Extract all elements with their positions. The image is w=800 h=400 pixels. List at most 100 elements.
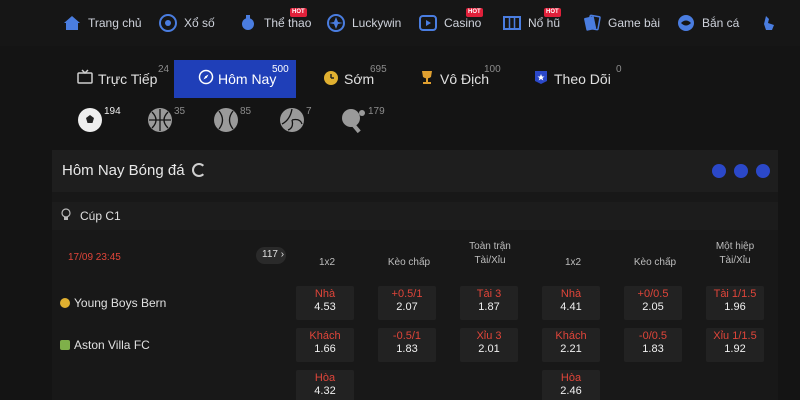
champions-league-icon [60, 207, 72, 221]
basketball-icon [148, 108, 172, 132]
odds-label: -0.5/1 [392, 330, 422, 342]
favorite-icon [532, 68, 550, 91]
nav-item-card-games[interactable]: Game bài [582, 11, 660, 35]
odds-label: +0/0.5 [637, 288, 669, 300]
sport-filter: 194 35 85 7 179 [74, 104, 474, 138]
column-header: Toàn trận Tài/Xỉu [469, 241, 511, 266]
odds-value: 4.41 [560, 301, 582, 313]
sport-table-tennis[interactable]: 179 [336, 104, 406, 138]
odds-label: -0/0.5 [638, 330, 668, 342]
tab-count: 24 [158, 64, 170, 75]
odds-value: 1.83 [642, 343, 664, 355]
nav-item-more[interactable] [760, 11, 786, 35]
soccer-ball-icon [78, 108, 102, 132]
odds-cell[interactable]: Xỉu 1/1.5 1.92 [706, 328, 764, 362]
odds-cell[interactable]: +0.5/1 2.07 [378, 286, 436, 320]
odds-cell[interactable]: Nhà 4.53 [296, 286, 354, 320]
nav-item-home[interactable]: Trang chủ [62, 11, 142, 35]
odds-cell[interactable]: Tài 3 1.87 [460, 286, 518, 320]
sport-basketball[interactable]: 35 [144, 104, 204, 138]
nav-label: Casino [444, 16, 482, 30]
panel-title: Hôm Nay Bóng đá [62, 162, 185, 179]
nav-item-luckywin[interactable]: Luckywin [326, 11, 401, 35]
nav-item-sports[interactable]: Thể thao HOT [238, 8, 311, 35]
collapse-all-icon[interactable] [756, 164, 770, 178]
tab-count: 0 [616, 64, 622, 75]
tab-early[interactable]: Sớm 695 [322, 60, 418, 98]
match-datetime: 17/09 23:45 [68, 252, 121, 263]
odds-label: +0.5/1 [391, 288, 423, 300]
home-icon [62, 13, 82, 33]
tab-outright[interactable]: Vô Địch 100 [418, 60, 522, 98]
odds-cell[interactable]: Hòa 4.32 [296, 370, 354, 400]
league-name: Cúp C1 [80, 209, 121, 223]
nav-label: Trang chủ [88, 16, 142, 30]
nav-item-lottery[interactable]: Xổ số [158, 11, 215, 35]
odds-cell[interactable]: Hòa 2.46 [542, 370, 600, 400]
nav-label: Nổ hũ [528, 16, 561, 30]
nav-label: Xổ số [184, 16, 215, 30]
sport-volleyball[interactable]: 7 [276, 104, 336, 138]
hot-badge: HOT [544, 8, 561, 17]
odds-cell[interactable]: Khách 2.21 [542, 328, 600, 362]
more-markets-button[interactable]: 117 › [256, 247, 286, 264]
tab-today[interactable]: Hôm Nay 500 [174, 60, 296, 98]
team-name: Young Boys Bern [74, 296, 167, 310]
odds-cell[interactable]: Nhà 4.41 [542, 286, 600, 320]
view-toggle-icon[interactable] [712, 164, 726, 178]
odds-label: Hòa [314, 372, 336, 384]
tab-label: Hôm Nay [218, 71, 277, 87]
column-header: 1x2 [318, 257, 336, 268]
odds-label: Khách [555, 330, 587, 342]
nav-label: Luckywin [352, 16, 402, 30]
sport-soccer[interactable]: 194 [74, 104, 134, 138]
column-header: 1x2 [564, 257, 582, 268]
odds-cell[interactable]: -0/0.5 1.83 [624, 328, 682, 362]
sport-count: 35 [174, 106, 186, 117]
odds-value: 1.96 [724, 301, 746, 313]
odds-cell[interactable]: Tài 1/1.5 1.96 [706, 286, 764, 320]
odds-cell[interactable]: +0/0.5 2.05 [624, 286, 682, 320]
nav-item-slots[interactable]: Nổ hũ HOT [502, 8, 561, 35]
league-row[interactable]: Cúp C1 [52, 202, 778, 230]
market-tabs: Trực Tiếp 24 Hôm Nay 500 Sớm 695 Vô Địch… [52, 60, 800, 98]
top-navigation: Trang chủ Xổ số Thể thao HOT Luckywin Ca… [0, 0, 800, 46]
odds-label: Xỉu 3 [476, 330, 502, 342]
trophy-icon [418, 68, 436, 91]
tab-live[interactable]: Trực Tiếp 24 [76, 60, 172, 98]
nav-label: Bắn cá [702, 16, 740, 30]
nav-item-casino[interactable]: Casino HOT [418, 8, 483, 35]
sport-tennis[interactable]: 85 [210, 104, 270, 138]
column-header: Kèo chấp [387, 257, 431, 268]
refresh-icon[interactable] [192, 163, 206, 177]
odds-label: Xỉu 1/1.5 [713, 330, 757, 342]
odds-value: 4.32 [314, 385, 336, 397]
odds-value: 2.21 [560, 343, 582, 355]
sport-count: 179 [368, 106, 385, 117]
tennis-ball-icon [214, 108, 238, 132]
away-team: Aston Villa FC [60, 338, 150, 352]
casino-icon [418, 13, 438, 33]
events-panel: Hôm Nay Bóng đá Cúp C1 17/09 23:45 117 ›… [52, 150, 778, 400]
sports-icon [238, 13, 258, 33]
odds-cell[interactable]: Xỉu 3 2.01 [460, 328, 518, 362]
live-icon [76, 68, 94, 91]
odds-value: 1.83 [396, 343, 418, 355]
odds-label: Nhà [314, 288, 336, 300]
odds-value: 4.53 [314, 301, 336, 313]
nav-item-fishing[interactable]: Bắn cá [676, 11, 739, 35]
odds-label: Tài 3 [476, 288, 502, 300]
tab-count: 100 [484, 64, 501, 75]
compass-icon [198, 69, 214, 90]
odds-cell[interactable]: -0.5/1 1.83 [378, 328, 436, 362]
settings-icon[interactable] [734, 164, 748, 178]
odds-value: 2.05 [642, 301, 664, 313]
tab-label: Theo Dõi [554, 71, 611, 87]
slot-icon [502, 13, 522, 33]
luckywin-icon [326, 13, 346, 33]
odds-cell[interactable]: Khách 1.66 [296, 328, 354, 362]
nav-label: Game bài [608, 16, 661, 30]
tab-count: 500 [272, 64, 289, 75]
tab-watchlist[interactable]: Theo Dõi 0 [532, 60, 632, 98]
panel-header: Hôm Nay Bóng đá [52, 150, 778, 192]
